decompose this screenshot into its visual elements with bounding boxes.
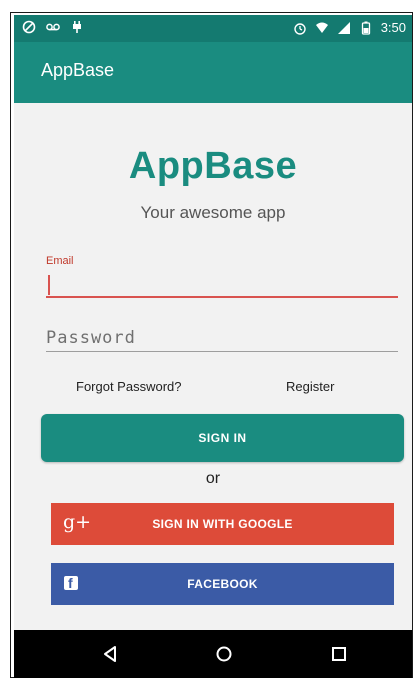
facebook-sign-in-button[interactable]: f FACEBOOK	[51, 563, 394, 605]
navigation-bar	[14, 630, 412, 678]
app-logo-text: AppBase	[128, 145, 298, 187]
password-field[interactable]	[46, 325, 398, 352]
recents-icon[interactable]	[325, 640, 353, 668]
google-sign-in-label: SIGN IN WITH GOOGLE	[152, 517, 293, 531]
text-cursor	[48, 275, 50, 295]
wifi-icon	[315, 22, 328, 33]
circle-slash-icon	[22, 20, 36, 34]
login-screen: AppBase Your awesome app Email Forgot Pa…	[14, 103, 412, 630]
sign-in-button[interactable]: SIGN IN	[41, 414, 404, 462]
app-bar: AppBase	[14, 42, 412, 103]
google-sign-in-button[interactable]: g+ SIGN IN WITH GOOGLE	[51, 503, 394, 545]
voicemail-icon	[46, 23, 60, 31]
or-divider-text: or	[205, 470, 221, 487]
back-icon[interactable]	[96, 640, 124, 668]
email-field[interactable]	[46, 270, 398, 298]
signal-icon	[337, 21, 350, 34]
sign-in-label: SIGN IN	[198, 431, 247, 445]
battery-icon	[361, 21, 370, 35]
plug-icon	[73, 21, 81, 33]
email-label: Email	[46, 255, 74, 267]
register-link[interactable]: Register	[286, 379, 334, 394]
app-tagline: Your awesome app	[140, 203, 286, 222]
facebook-sign-in-label: FACEBOOK	[187, 577, 258, 591]
app-bar-title: AppBase	[41, 60, 115, 80]
forgot-password-link[interactable]: Forgot Password?	[76, 379, 182, 394]
alarm-icon	[293, 22, 306, 35]
status-time: 3:50	[380, 20, 406, 35]
status-bar: 3:50	[14, 15, 412, 42]
home-icon[interactable]	[210, 640, 238, 668]
